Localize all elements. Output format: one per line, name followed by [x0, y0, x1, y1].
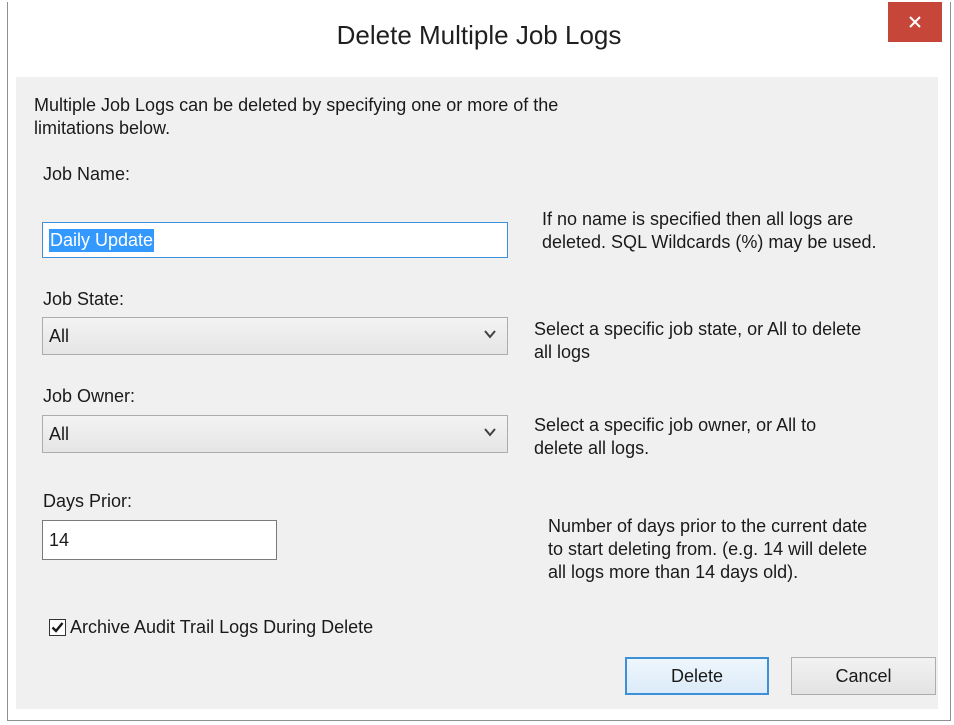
dialog-body: Multiple Job Logs can be deleted by spec… — [16, 77, 938, 709]
close-icon — [909, 16, 921, 28]
cancel-button[interactable]: Cancel — [791, 657, 936, 695]
archive-checkbox[interactable] — [49, 619, 66, 636]
intro-text: Multiple Job Logs can be deleted by spec… — [34, 95, 559, 138]
days-prior-value: 14 — [49, 529, 70, 550]
job-name-input[interactable]: Daily Update — [42, 222, 508, 258]
title-bar[interactable]: Delete Multiple Job Logs — [8, 2, 950, 77]
job-name-help: If no name is specified then all logs ar… — [542, 209, 877, 252]
dialog-window: Delete Multiple Job Logs Multiple Job Lo… — [7, 2, 951, 721]
job-owner-dropdown[interactable]: All — [42, 415, 508, 453]
delete-button[interactable]: Delete — [625, 657, 769, 695]
chevron-down-icon — [484, 330, 496, 339]
days-prior-input[interactable]: 14 — [42, 520, 277, 560]
dialog-title: Delete Multiple Job Logs — [336, 20, 622, 50]
job-name-label: Job Name: — [43, 164, 131, 184]
job-name-value: Daily Update — [49, 228, 155, 252]
job-state-help: Select a specific job state, or All to d… — [534, 319, 862, 362]
checkmark-icon — [51, 622, 64, 633]
close-button[interactable] — [888, 2, 942, 42]
days-prior-help: Number of days prior to the current date… — [548, 516, 868, 582]
job-state-label: Job State: — [43, 289, 125, 309]
job-state-dropdown[interactable]: All — [42, 317, 508, 355]
days-prior-label: Days Prior: — [43, 491, 133, 511]
job-state-selected: All — [49, 325, 70, 346]
job-owner-help: Select a specific job owner, or All to d… — [534, 415, 817, 458]
chevron-down-icon — [484, 428, 496, 437]
archive-label[interactable]: Archive Audit Trail Logs During Delete — [70, 616, 373, 639]
job-owner-label: Job Owner: — [43, 386, 136, 406]
job-owner-selected: All — [49, 423, 70, 444]
